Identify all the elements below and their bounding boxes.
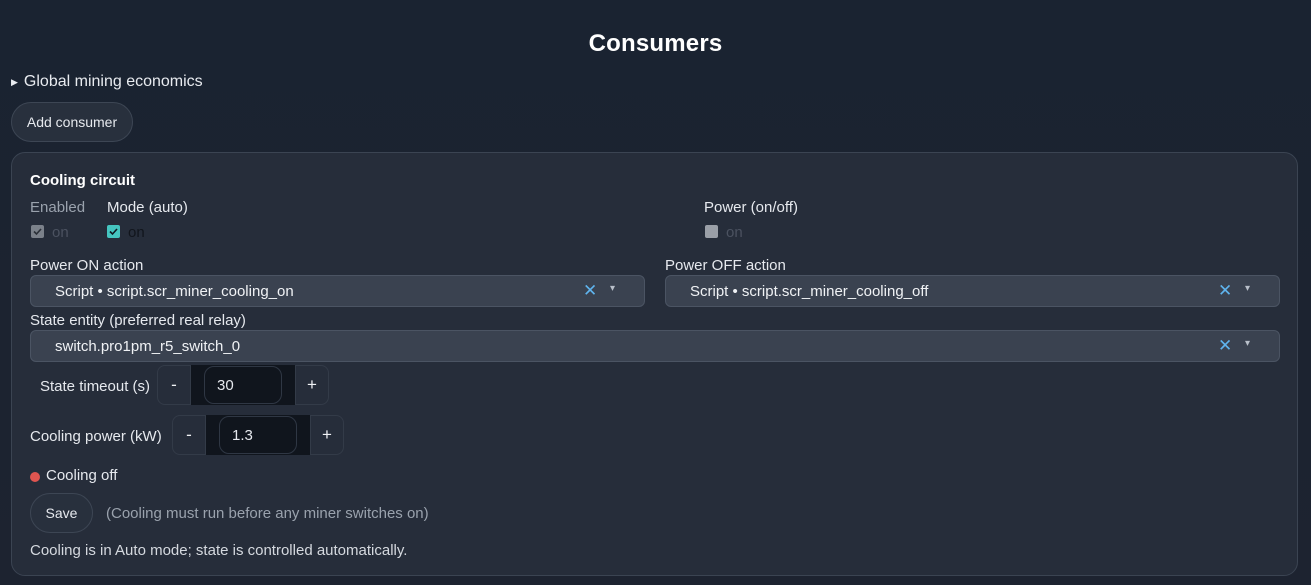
power-off-action-select[interactable]: Script • script.scr_miner_cooling_off ✕ …	[665, 275, 1280, 307]
triangle-right-icon: ▶	[11, 76, 18, 87]
cooling-power-decrement-button[interactable]: -	[172, 415, 206, 455]
enabled-label: Enabled	[30, 199, 86, 216]
state-timeout-stepper: - +	[157, 365, 329, 405]
close-icon[interactable]: ✕	[583, 282, 597, 300]
global-mining-economics-toggle[interactable]: ▶ Global mining economics	[11, 73, 203, 91]
cooling-power-label: Cooling power (kW)	[30, 428, 162, 445]
add-consumer-button[interactable]: Add consumer	[11, 102, 133, 142]
power-option-label: on	[726, 224, 743, 241]
cooling-power-input[interactable]	[219, 416, 297, 454]
power-off-action-label: Power OFF action	[665, 257, 786, 274]
enabled-checkbox[interactable]	[31, 225, 44, 238]
power-label: Power (on/off)	[704, 199, 798, 216]
state-entity-label: State entity (preferred real relay)	[30, 312, 246, 329]
cooling-power-stepper: - +	[172, 415, 344, 455]
chevron-down-icon[interactable]: ▾	[1245, 283, 1250, 294]
status-dot-icon	[30, 472, 40, 482]
close-icon[interactable]: ✕	[1218, 337, 1232, 355]
state-timeout-label: State timeout (s)	[40, 378, 151, 395]
enabled-option-label: on	[52, 224, 69, 241]
save-hint: (Cooling must run before any miner switc…	[106, 505, 429, 522]
cooling-status-text: Cooling off	[46, 467, 118, 484]
close-icon[interactable]: ✕	[1218, 282, 1232, 300]
state-timeout-decrement-button[interactable]: -	[157, 365, 191, 405]
state-timeout-increment-button[interactable]: +	[295, 365, 329, 405]
check-icon	[33, 228, 42, 236]
power-on-action-value: Script • script.scr_miner_cooling_on	[55, 283, 294, 300]
mode-option-label: on	[128, 224, 145, 241]
consumer-card: Cooling circuit Enabled on Mode (auto) o…	[11, 152, 1298, 576]
chevron-down-icon[interactable]: ▾	[610, 283, 615, 294]
power-checkbox[interactable]	[705, 225, 718, 238]
state-entity-select[interactable]: switch.pro1pm_r5_switch_0 ✕ ▾	[30, 330, 1280, 362]
save-button[interactable]: Save	[30, 493, 93, 533]
global-mining-economics-label: Global mining economics	[23, 73, 203, 90]
mode-label: Mode (auto)	[107, 199, 188, 216]
auto-mode-note: Cooling is in Auto mode; state is contro…	[30, 542, 408, 559]
page-title: Consumers	[588, 30, 723, 57]
consumer-name: Cooling circuit	[30, 172, 135, 189]
mode-checkbox[interactable]	[107, 225, 120, 238]
power-off-action-value: Script • script.scr_miner_cooling_off	[690, 283, 929, 300]
power-on-action-select[interactable]: Script • script.scr_miner_cooling_on ✕ ▾	[30, 275, 645, 307]
cooling-power-increment-button[interactable]: +	[310, 415, 344, 455]
power-on-action-label: Power ON action	[30, 257, 144, 274]
chevron-down-icon[interactable]: ▾	[1245, 338, 1250, 349]
state-timeout-input[interactable]	[204, 366, 282, 404]
state-entity-value: switch.pro1pm_r5_switch_0	[55, 338, 241, 355]
check-icon	[109, 228, 118, 236]
